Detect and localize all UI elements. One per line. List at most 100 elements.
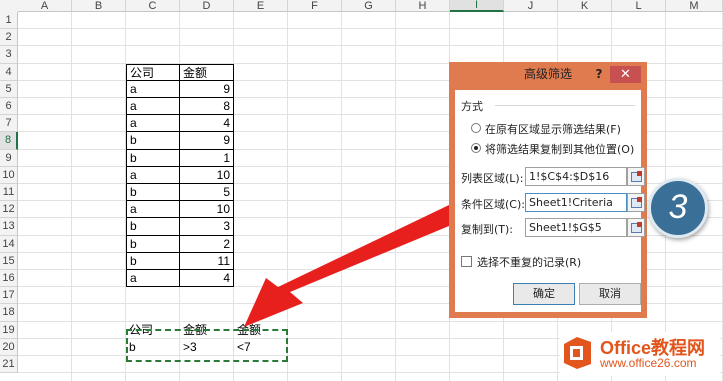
criteria-range-label: 条件区域(C): (461, 198, 525, 211)
watermark: Office教程网 www.office26.com (560, 332, 720, 376)
column-header[interactable]: F (288, 0, 342, 12)
column-header[interactable]: K (558, 0, 612, 12)
column-header[interactable]: I (450, 0, 504, 12)
row-header[interactable]: 14 (0, 235, 18, 253)
row-header[interactable]: 19 (0, 321, 18, 339)
office-logo-icon (564, 337, 591, 369)
ok-button[interactable]: 确定 (513, 283, 575, 305)
row-header[interactable]: 18 (0, 304, 18, 322)
table-cell[interactable]: 4 (180, 270, 234, 288)
row-header[interactable]: 5 (0, 80, 18, 98)
table-cell[interactable]: 8 (180, 98, 234, 116)
row-header[interactable]: 16 (0, 270, 18, 288)
range-picker-icon[interactable] (627, 167, 645, 186)
method-label: 方式 (461, 100, 483, 113)
step-badge: 3 (648, 178, 708, 238)
column-header[interactable]: M (666, 0, 723, 12)
row-header[interactable]: 12 (0, 201, 18, 219)
criteria-header-cell[interactable]: 金额 (234, 322, 288, 339)
select-all-corner[interactable] (0, 0, 18, 12)
row-header[interactable]: 17 (0, 287, 18, 305)
column-header[interactable]: G (342, 0, 396, 12)
unique-records-label[interactable]: 选择不重复的记录(R) (477, 254, 581, 270)
row-header[interactable]: 11 (0, 184, 18, 202)
table-cell[interactable]: b (126, 132, 180, 150)
list-range-field[interactable]: 1!$C$4:$D$16 (525, 167, 627, 186)
row-header[interactable]: 8 (0, 132, 18, 150)
gridline (341, 12, 342, 381)
row-header[interactable]: 10 (0, 166, 18, 184)
radio-in-place[interactable] (471, 123, 481, 133)
radio-in-place-label[interactable]: 在原有区域显示筛选结果(F) (485, 121, 621, 137)
table-cell[interactable]: 11 (180, 252, 234, 270)
table-cell[interactable]: a (126, 98, 180, 116)
advanced-filter-dialog: 高级筛选 ? ✕ 方式 在原有区域显示筛选结果(F) 将筛选结果复制到其他位置(… (449, 62, 647, 318)
copy-to-label: 复制到(T): (461, 223, 514, 236)
table-cell[interactable]: b (126, 149, 180, 167)
column-header[interactable]: L (612, 0, 666, 12)
close-button[interactable]: ✕ (610, 66, 641, 83)
table-cell[interactable]: b (126, 252, 180, 270)
criteria-cell[interactable]: b (126, 339, 180, 356)
divider (495, 105, 635, 106)
radio-copy-label[interactable]: 将筛选结果复制到其他位置(O) (485, 141, 634, 157)
table-cell[interactable]: a (126, 80, 180, 98)
gridline (18, 45, 723, 47)
help-icon[interactable]: ? (590, 65, 608, 83)
table-cell[interactable]: 9 (180, 132, 234, 150)
row-header[interactable]: 21 (0, 356, 18, 374)
table-cell[interactable]: a (126, 115, 180, 133)
column-header[interactable]: H (396, 0, 450, 12)
table-cell[interactable]: b (126, 184, 180, 202)
criteria-range-field[interactable]: Sheet1!Criteria (525, 193, 627, 212)
row-header[interactable]: 1 (0, 12, 18, 30)
table-cell[interactable]: b (126, 218, 180, 236)
gridline (395, 12, 396, 381)
row-header[interactable]: 20 (0, 338, 18, 356)
gridline (18, 320, 723, 322)
column-header[interactable]: J (504, 0, 558, 12)
gridline (18, 28, 723, 30)
criteria-header-cell[interactable]: 公司 (126, 322, 180, 339)
range-picker-icon[interactable] (627, 218, 645, 237)
column-header[interactable]: E (234, 0, 288, 12)
table-cell[interactable]: 4 (180, 115, 234, 133)
table-cell[interactable]: 10 (180, 201, 234, 219)
table-cell[interactable]: a (126, 201, 180, 219)
column-header[interactable]: B (72, 0, 126, 12)
table-header-cell[interactable]: 金额 (180, 63, 234, 81)
cancel-button[interactable]: 取消 (579, 283, 641, 305)
range-picker-icon[interactable] (627, 193, 645, 212)
dialog-body: 方式 在原有区域显示筛选结果(F) 将筛选结果复制到其他位置(O) 列表区域(L… (455, 90, 645, 312)
gridline (71, 12, 72, 381)
watermark-url: www.office26.com (600, 356, 697, 370)
table-header-cell[interactable]: 公司 (126, 63, 180, 81)
list-range-label: 列表区域(L): (461, 172, 524, 185)
table-cell[interactable]: a (126, 270, 180, 288)
row-header[interactable]: 13 (0, 218, 18, 236)
table-cell[interactable]: 1 (180, 149, 234, 167)
row-header[interactable]: 3 (0, 46, 18, 64)
table-cell[interactable]: 9 (180, 80, 234, 98)
criteria-header-cell[interactable]: 金额 (180, 322, 234, 339)
criteria-cell[interactable]: <7 (234, 339, 288, 356)
column-header[interactable]: D (180, 0, 234, 12)
table-cell[interactable]: a (126, 166, 180, 184)
row-header[interactable]: 4 (0, 63, 18, 81)
row-header[interactable]: 15 (0, 252, 18, 270)
row-header[interactable]: 9 (0, 149, 18, 167)
row-header[interactable]: 2 (0, 29, 18, 47)
criteria-cell[interactable]: >3 (180, 339, 234, 356)
table-cell[interactable]: b (126, 235, 180, 253)
radio-copy[interactable] (471, 143, 481, 153)
column-header[interactable]: A (18, 0, 72, 12)
column-header[interactable]: C (126, 0, 180, 12)
table-cell[interactable]: 10 (180, 166, 234, 184)
table-cell[interactable]: 3 (180, 218, 234, 236)
row-header[interactable]: 6 (0, 98, 18, 116)
table-cell[interactable]: 2 (180, 235, 234, 253)
row-header[interactable]: 7 (0, 115, 18, 133)
unique-records-checkbox[interactable] (461, 256, 472, 267)
copy-to-field[interactable]: Sheet1!$G$5 (525, 218, 627, 237)
table-cell[interactable]: 5 (180, 184, 234, 202)
